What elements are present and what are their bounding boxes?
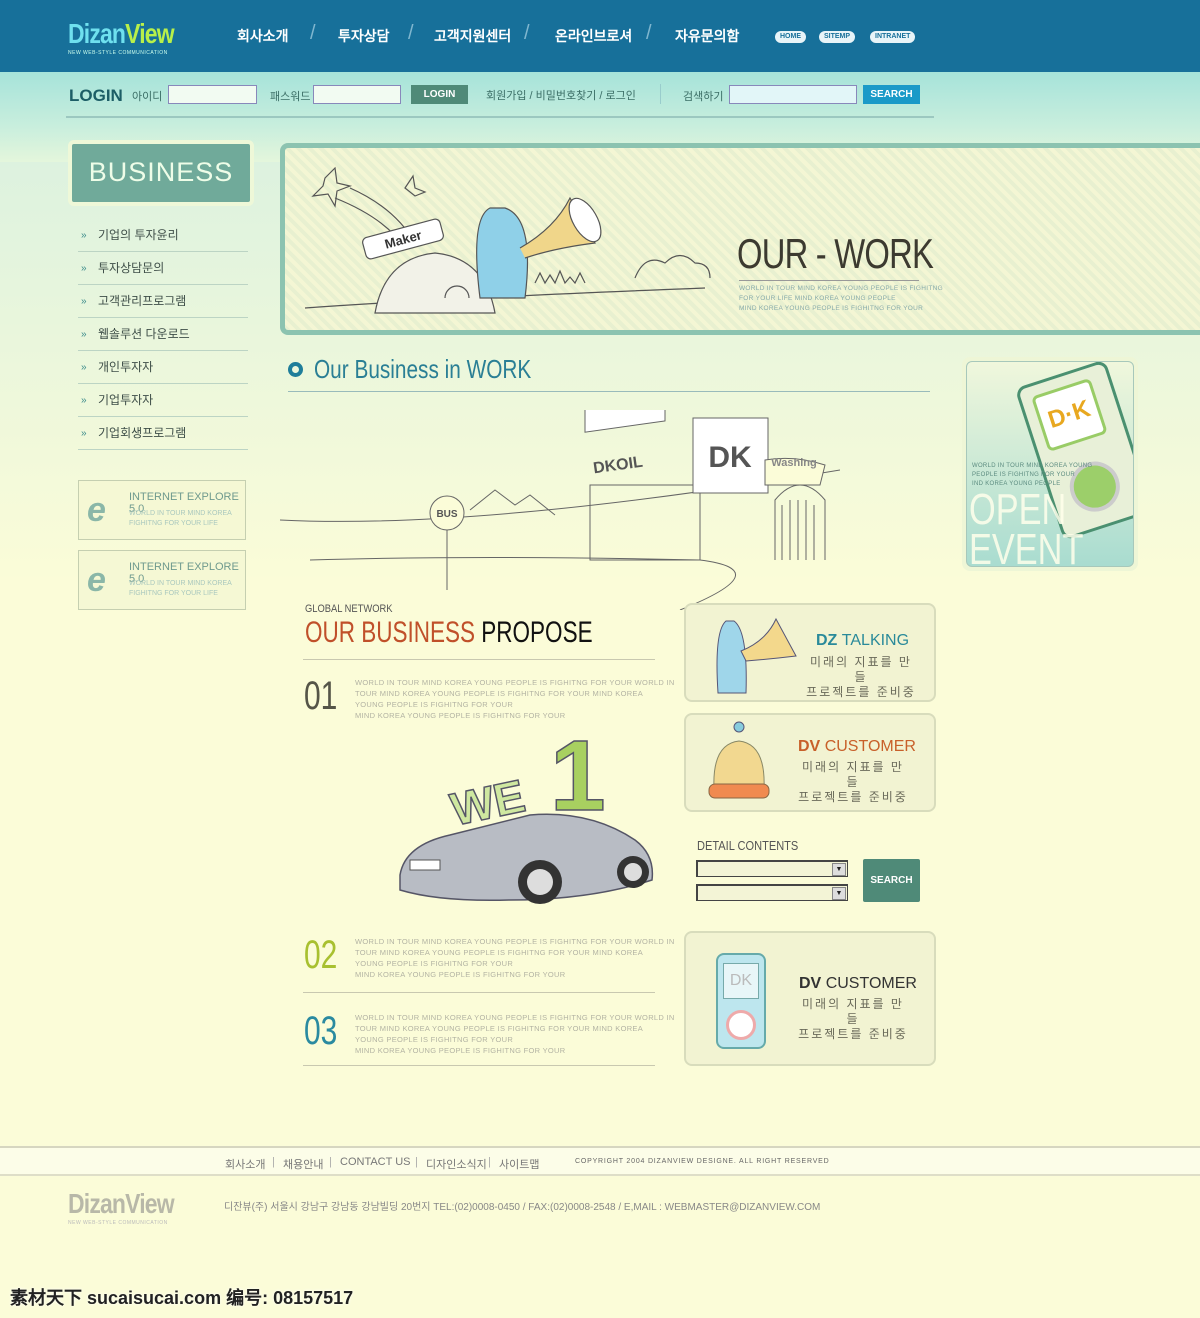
login-title: LOGIN <box>69 86 123 105</box>
bus-sign: BUS <box>436 509 457 520</box>
watermark: 素材天下 sucaisucai.com 编号: 08157517 <box>10 1288 354 1308</box>
nav-company[interactable]: 회사소개 <box>237 26 289 46</box>
nav-divider: / <box>408 22 414 44</box>
card-dv-customer-2[interactable]: DK DV CUSTOMER 미래의 지표를 만들 프로젝트를 준비중 <box>684 931 936 1066</box>
footer-links-bar: 회사소개 | 채용안내 | CONTACT US | 디자인소식지 | 사이트맵… <box>0 1146 1200 1176</box>
logo-text: Dizan <box>68 18 126 49</box>
ie-icon: e <box>87 491 106 529</box>
sidebar-item-ethics[interactable]: 기업의 투자윤리 <box>78 219 248 252</box>
dk-logo: D·K <box>1030 377 1108 453</box>
password-input[interactable] <box>313 85 401 104</box>
top-navigation-bar: DizanView NEW WEB-STYLE COMMUNICATION 회사… <box>0 0 1200 72</box>
search-input[interactable] <box>729 85 857 104</box>
propose-number: 02 <box>304 933 338 977</box>
detail-search-button[interactable]: SEARCH <box>863 859 920 902</box>
propose-number: 01 <box>304 674 338 718</box>
car-illustration: WE 1 <box>399 719 654 904</box>
nav-brochure[interactable]: 온라인브로셔 <box>555 26 632 46</box>
sidebar-item-download[interactable]: 웹솔루션 다운로드 <box>78 318 248 351</box>
divider <box>66 116 934 118</box>
footer-link-newsletter[interactable]: 디자인소식지 <box>426 1156 487 1172</box>
washing-sign: Washing <box>771 457 816 469</box>
login-button[interactable]: LOGIN <box>411 85 468 104</box>
card-dv-customer[interactable]: DV CUSTOMER 미래의 지표를 만들 프로젝트를 준비중 <box>684 713 936 812</box>
megaphone-tower-icon <box>716 617 797 694</box>
sidebar-item-individual[interactable]: 개인투자자 <box>78 351 248 384</box>
detail-select-1[interactable]: ▼ <box>696 860 848 877</box>
home-link[interactable]: HOME <box>775 31 806 43</box>
copyright: COPYRIGHT 2004 DIZANVIEW DESIGNE. ALL RI… <box>575 1158 830 1165</box>
password-label: 패스워드 <box>270 91 311 103</box>
footer-link-contact[interactable]: CONTACT US <box>340 1156 411 1168</box>
search-button[interactable]: SEARCH <box>863 85 920 104</box>
logo[interactable]: DizanView NEW WEB-STYLE COMMUNICATION <box>68 18 197 56</box>
banner-title: OUR - WORK <box>737 230 934 277</box>
nav-divider: / <box>310 22 316 44</box>
intranet-link[interactable]: INTRANET <box>870 31 916 43</box>
footer-address: 디잔뷰(주) 서울시 강남구 강남동 강남빌딩 20번지 TEL:(02)000… <box>224 1202 821 1213</box>
event-title: OPEN EVENT <box>969 485 1084 567</box>
id-label: 아이디 <box>132 91 163 103</box>
nav-divider: / <box>646 22 652 44</box>
footer-link-company[interactable]: 회사소개 <box>225 1156 265 1172</box>
divider <box>303 992 655 993</box>
propose-title: OUR BUSINESS PROPOSE <box>305 616 593 649</box>
dropdown-arrow-icon: ▼ <box>832 863 846 876</box>
nav-support[interactable]: 고객지원센터 <box>434 26 511 46</box>
detail-label: DETAIL CONTENTS <box>697 838 799 853</box>
ie-promo[interactable]: e INTERNET EXPLORE 5.0 WORLD IN TOUR MIN… <box>78 550 246 610</box>
bullet-icon <box>288 362 303 377</box>
divider <box>303 659 655 660</box>
footer-link-sitemap[interactable]: 사이트맵 <box>499 1156 539 1172</box>
dkoil-sign: DKOIL <box>592 454 644 478</box>
member-links[interactable]: 회원가입 / 비밀번호찾기 / 로그인 <box>486 87 636 103</box>
logo-accent: View <box>125 18 174 49</box>
promo-sub: WORLD IN TOUR MIND KOREA FIGHITNG FOR YOU… <box>129 580 232 597</box>
mp3-player-icon: DK <box>716 953 766 1049</box>
card-dz-talking[interactable]: DZ TALKING 미래의 지표를 만들 프로젝트를 준비중 <box>684 603 936 702</box>
footer-link-careers[interactable]: 채용안내 <box>283 1156 323 1172</box>
propose-text: WORLD IN TOUR MIND KOREA YOUNG PEOPLE IS… <box>355 937 675 979</box>
sidebar-item-rehab[interactable]: 기업회생프로그램 <box>78 417 248 450</box>
divider <box>303 1065 655 1066</box>
ie-icon: e <box>87 561 106 599</box>
detail-select-2[interactable]: ▼ <box>696 884 848 901</box>
card-title: DZ <box>816 632 838 649</box>
divider <box>739 280 919 281</box>
sidebar-title: BUSINESS <box>68 140 254 206</box>
propose-kicker: GLOBAL NETWORK <box>305 603 393 615</box>
sidebar-item-corporate[interactable]: 기업투자자 <box>78 384 248 417</box>
dropdown-arrow-icon: ▼ <box>832 887 846 900</box>
card-title: DV <box>799 975 822 992</box>
open-event-banner[interactable]: D·K WORLD IN TOUR MIND KOREA YOUNG PEOPLE… <box>962 357 1138 571</box>
card-title: DV <box>798 738 821 755</box>
nav-inquiry[interactable]: 자유문의함 <box>675 26 739 46</box>
nav-divider: / <box>524 22 530 44</box>
sidebar-item-crm[interactable]: 고객관리프로그램 <box>78 285 248 318</box>
propose-number: 03 <box>304 1009 338 1053</box>
ie-promo[interactable]: e INTERNET EXPLORE 5.0 WORLD IN TOUR MIN… <box>78 480 246 540</box>
id-input[interactable] <box>168 85 257 104</box>
nav-investment[interactable]: 투자상담 <box>338 26 390 46</box>
divider <box>660 84 661 104</box>
propose-text: WORLD IN TOUR MIND KOREA YOUNG PEOPLE IS… <box>355 1013 675 1055</box>
logo-tagline: NEW WEB-STYLE COMMUNICATION <box>68 50 168 56</box>
bell-building-icon <box>708 721 770 799</box>
dk-sign: DK <box>708 441 752 474</box>
section-header: Our Business in WORK <box>288 352 930 392</box>
sitemap-link[interactable]: SITEMP <box>819 31 856 43</box>
banner-text: WORLD IN TOUR MIND KOREA YOUNG PEOPLE IS… <box>739 285 943 312</box>
footer-logo: DizanView NEW WEB-STYLE COMMUNICATION <box>68 1188 175 1226</box>
promo-sub: WORLD IN TOUR MIND KOREA FIGHITNG FOR YOU… <box>129 510 232 527</box>
section-title: Our Business in WORK <box>314 354 532 384</box>
search-label: 검색하기 <box>683 91 724 103</box>
sidebar-item-consult[interactable]: 투자상담문의 <box>78 252 248 285</box>
hero-illustration: Maker <box>304 166 711 314</box>
gas-station-illustration: BUS DKOIL DK Washing <box>280 410 840 610</box>
